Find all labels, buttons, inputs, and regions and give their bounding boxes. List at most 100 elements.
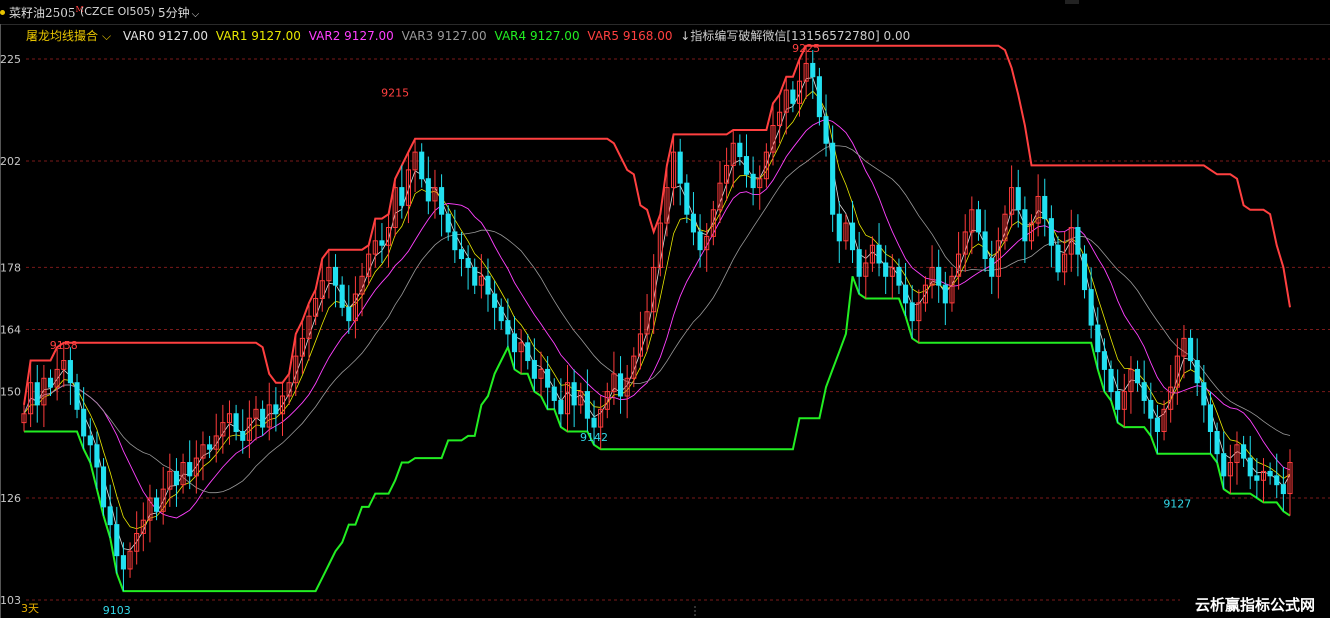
candle — [173, 458, 180, 507]
candle — [326, 249, 332, 299]
y-tick-label: 225 — [0, 53, 21, 66]
candle-body — [233, 413, 239, 432]
price-annotation: 9215 — [381, 86, 409, 99]
candle — [989, 240, 995, 295]
candle-body — [989, 258, 995, 277]
candle-body — [492, 293, 498, 308]
candle — [783, 76, 789, 135]
candle-body — [114, 524, 120, 557]
candle — [458, 231, 465, 277]
candle-body — [154, 497, 160, 512]
candle-body — [273, 404, 279, 415]
candle-body — [1201, 382, 1207, 406]
candle — [956, 231, 962, 290]
candle-body — [942, 284, 948, 304]
candle-body — [439, 187, 445, 215]
symbol-code: (CZCE OI505) — [80, 5, 155, 18]
candle-body — [1241, 444, 1247, 459]
candle-body — [743, 156, 750, 175]
candle — [757, 165, 763, 210]
period-selector[interactable]: 5分钟 ⌵ — [158, 4, 199, 21]
chart-grid — [0, 24, 1330, 618]
candle — [1227, 444, 1233, 494]
candle — [498, 298, 504, 330]
candle-body — [1141, 382, 1147, 401]
candle — [419, 143, 425, 188]
candle-body — [485, 275, 491, 295]
candle — [1148, 382, 1154, 436]
candle — [167, 453, 173, 507]
candle — [120, 542, 126, 592]
candle-body — [1280, 484, 1286, 495]
candle-body — [750, 173, 756, 189]
window-handle[interactable] — [1065, 0, 1079, 4]
candle — [485, 258, 491, 312]
candle — [1194, 338, 1200, 397]
candle — [1267, 462, 1273, 485]
candle — [1068, 209, 1074, 272]
candle-body — [419, 151, 425, 180]
candle-body — [498, 306, 504, 322]
candle-body — [584, 391, 590, 419]
candle-body — [975, 209, 982, 233]
candle-body — [1075, 227, 1081, 255]
candle-body — [187, 462, 193, 477]
candle-body — [545, 368, 551, 388]
candle — [922, 276, 928, 312]
watermark: 云析赢指标公式网 — [1180, 592, 1330, 618]
candle — [253, 396, 259, 441]
candle — [677, 138, 683, 206]
var1-line — [23, 90, 1291, 530]
price-annotation: 9127 — [1163, 498, 1191, 511]
candle-body — [1154, 417, 1160, 432]
candle-body — [790, 89, 796, 104]
y-tick-label: 150 — [0, 386, 21, 399]
candle-body — [1108, 368, 1114, 393]
candle — [777, 94, 783, 144]
candle — [637, 311, 643, 370]
candle — [545, 356, 551, 410]
candle-body — [100, 466, 107, 508]
candle-body — [883, 262, 889, 277]
candle — [432, 169, 438, 219]
candle — [790, 81, 796, 113]
candle — [1234, 431, 1240, 485]
candle-body — [690, 213, 697, 233]
candle — [472, 258, 478, 295]
candle-body — [677, 151, 683, 184]
candle-body — [856, 249, 862, 277]
candle — [1241, 435, 1247, 467]
candle-body — [465, 258, 471, 268]
candle-body — [1194, 360, 1200, 384]
candle-body — [684, 182, 690, 215]
candle — [213, 413, 219, 463]
symbol-name[interactable]: 菜籽油2505M — [9, 4, 84, 21]
candle-body — [1267, 470, 1273, 477]
chevron-down-icon: ⌵ — [191, 9, 200, 20]
candle-body — [697, 231, 703, 251]
price-chart[interactable]: 225 202 178 164 150 126 103 9158 9103 9215 9142 92… — [0, 24, 1330, 618]
candle-body — [74, 382, 80, 410]
candle — [810, 50, 816, 99]
candle — [730, 129, 736, 188]
candle-body — [1148, 399, 1154, 419]
price-annotation: 9142 — [580, 431, 608, 444]
candle-body — [1247, 457, 1253, 477]
candle-body — [1095, 324, 1101, 353]
candle — [260, 400, 266, 436]
candle — [74, 373, 80, 419]
candle — [836, 200, 842, 263]
candle — [147, 484, 153, 543]
candle — [379, 223, 385, 263]
candle-body — [1115, 391, 1121, 410]
candle — [849, 200, 856, 263]
candle-body — [458, 249, 465, 260]
candle-body — [379, 240, 385, 246]
candle-body — [836, 213, 842, 242]
candle-body — [87, 435, 93, 446]
y-tick-label: 202 — [0, 155, 21, 168]
candle — [525, 333, 531, 370]
candle — [558, 378, 564, 428]
candle — [538, 351, 544, 397]
candle — [1022, 196, 1028, 263]
